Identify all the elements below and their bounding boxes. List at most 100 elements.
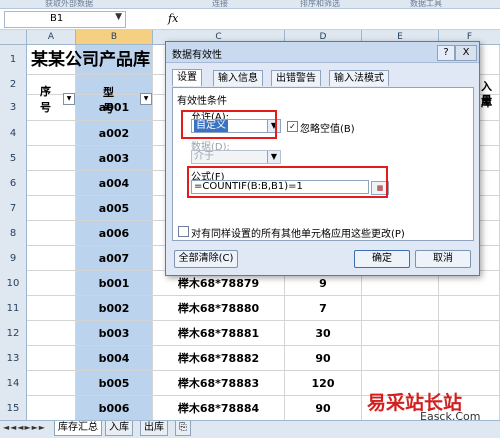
row-header[interactable]: 1 [0,45,27,76]
sheet-nav-arrows-icon[interactable]: ◄◄◄►►► [3,423,46,432]
new-sheet-icon[interactable]: ⎘ [175,421,191,436]
table-cell[interactable] [27,146,76,171]
ribbon-group-label: 排序和筛选 [300,0,340,8]
highlight-box [181,110,277,139]
ok-button[interactable]: 确定 [354,250,410,268]
dialog-titlebar[interactable]: 数据有效性 ? X [166,42,479,63]
sheet-title: 某某公司产品库 [31,50,150,70]
ignore-blank-label: 忽略空值(B) [300,124,355,135]
table-cell[interactable]: a007 [76,246,153,271]
table-cell[interactable]: 榉木68*78884 [153,396,285,421]
highlight-box [187,166,388,198]
data-select[interactable]: 介于 ▼ [191,150,281,164]
function-icon[interactable]: fx [168,12,178,25]
table-cell[interactable] [27,121,76,146]
table-cell[interactable] [27,371,76,396]
row-header[interactable]: 6 [0,171,27,197]
close-icon[interactable]: X [455,45,477,61]
row-header[interactable]: 15 [0,396,27,422]
chevron-down-icon[interactable]: ▼ [267,151,280,163]
cancel-button[interactable]: 取消 [415,250,471,268]
table-cell[interactable] [27,396,76,421]
sheet-tab-summary[interactable]: 库存汇总 [54,421,102,436]
row-header[interactable]: 2 [0,75,27,96]
table-cell[interactable] [27,321,76,346]
table-cell[interactable] [27,171,76,196]
ribbon-strip: 获取外部数据 连接 排序和筛选 数据工具 [0,0,500,9]
tab-settings[interactable]: 设置 [172,69,202,86]
table-cell[interactable]: b003 [76,321,153,346]
table-cell[interactable]: 90 [285,396,362,421]
ribbon-group-label: 获取外部数据 [45,0,93,8]
table-cell[interactable]: 120 [285,371,362,396]
apply-all-checkbox[interactable] [178,226,189,237]
row-header[interactable]: 14 [0,371,27,397]
row-header[interactable]: 5 [0,146,27,172]
apply-all-label: 对有同样设置的所有其他单元格应用这些更改(P) [191,229,405,240]
table-cell[interactable] [362,346,439,371]
table-cell[interactable] [27,346,76,371]
table-cell[interactable]: 90 [285,346,362,371]
table-cell[interactable] [27,296,76,321]
table-cell[interactable]: b001 [76,271,153,296]
table-cell[interactable]: b002 [76,296,153,321]
table-cell[interactable]: b004 [76,346,153,371]
data-validation-dialog: 数据有效性 ? X 设置 输入信息 出错警告 输入法模式 有效性条件 允许(A)… [165,41,480,276]
row-header[interactable]: 10 [0,271,27,297]
table-cell[interactable] [27,246,76,271]
header-model: 型号 [103,86,114,115]
table-cell[interactable]: 榉木68*78882 [153,346,285,371]
table-cell[interactable]: b005 [76,371,153,396]
table-cell[interactable]: a006 [76,221,153,246]
row-header[interactable]: 4 [0,121,27,147]
select-all-corner[interactable] [0,30,27,45]
table-cell[interactable]: 榉木68*78880 [153,296,285,321]
table-cell[interactable]: 30 [285,321,362,346]
table-cell[interactable]: 7 [285,296,362,321]
table-cell[interactable]: a005 [76,196,153,221]
table-cell[interactable] [27,271,76,296]
column-header-b[interactable]: B [76,30,153,45]
watermark-sub: Easck.Com [420,410,481,423]
sheet-tab-in[interactable]: 入库 [105,421,133,436]
row-header[interactable]: 3 [0,95,27,122]
chevron-down-icon[interactable]: ▼ [115,12,122,22]
help-icon[interactable]: ? [437,45,455,61]
table-cell[interactable]: a002 [76,121,153,146]
table-cell[interactable] [362,321,439,346]
ribbon-group-label: 数据工具 [410,0,442,8]
ignore-blank-checkbox[interactable]: ✓ [287,121,298,132]
table-cell[interactable] [439,296,500,321]
table-cell[interactable] [27,75,76,95]
header-seq: 序号 [40,85,51,114]
table-cell[interactable] [362,296,439,321]
table-cell[interactable]: b006 [76,396,153,421]
row-header[interactable]: 12 [0,321,27,347]
tab-ime-mode[interactable]: 输入法模式 [329,70,389,86]
tab-error-alert[interactable]: 出错警告 [271,70,321,86]
filter-dropdown-icon[interactable]: ▼ [140,93,152,105]
table-cell[interactable]: 榉木68*78883 [153,371,285,396]
header-in-stock-2: 量 [481,94,492,107]
row-header[interactable]: 13 [0,346,27,372]
formula-bar: B1 ▼ fx [0,9,500,30]
sheet-tab-out[interactable]: 出库 [140,421,168,436]
table-cell[interactable] [27,196,76,221]
table-cell[interactable]: a003 [76,146,153,171]
ribbon-group-label: 连接 [212,0,228,8]
table-cell[interactable] [439,321,500,346]
row-header[interactable]: 11 [0,296,27,322]
column-header-a[interactable]: A [27,30,76,45]
name-box[interactable]: B1 ▼ [4,11,126,28]
table-cell[interactable] [439,346,500,371]
table-cell[interactable]: 榉木68*78881 [153,321,285,346]
filter-dropdown-icon[interactable]: ▼ [63,93,75,105]
row-header[interactable]: 8 [0,221,27,247]
table-cell[interactable] [27,221,76,246]
table-cell[interactable]: a004 [76,171,153,196]
row-header[interactable]: 7 [0,196,27,222]
tab-input-message[interactable]: 输入信息 [213,70,263,86]
table-cell[interactable] [76,75,153,95]
clear-all-button[interactable]: 全部清除(C) [174,250,238,268]
row-header[interactable]: 9 [0,246,27,272]
